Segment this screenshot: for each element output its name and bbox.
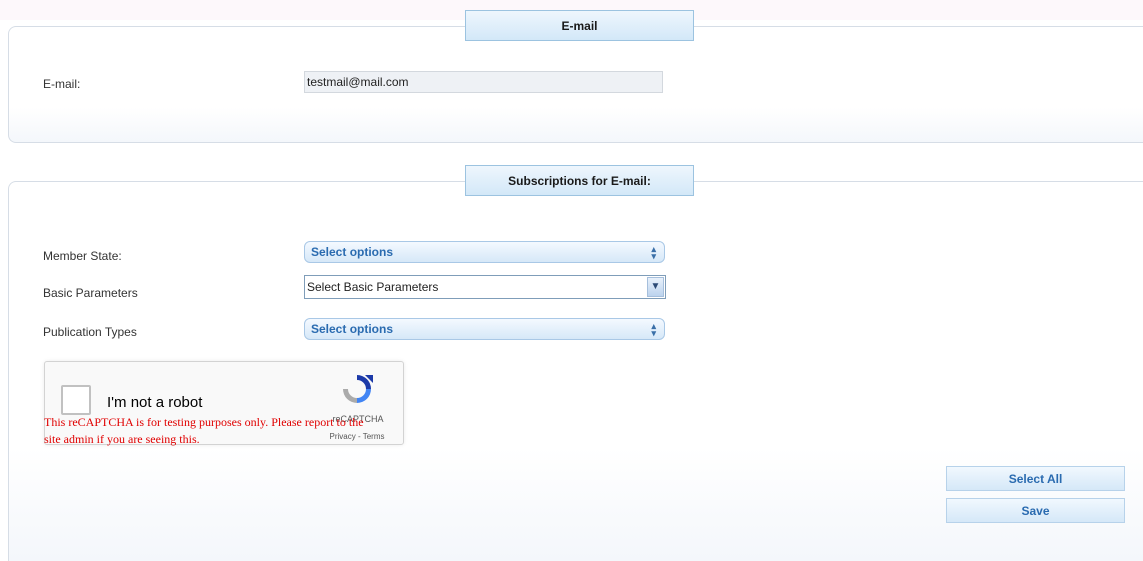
publication-types-select[interactable]: Select options ▴ ▾ bbox=[304, 318, 665, 340]
up-down-arrows-icon: ▴ ▾ bbox=[651, 244, 656, 261]
email-section-title: E-mail bbox=[465, 10, 694, 41]
basic-parameters-value: Select Basic Parameters bbox=[307, 280, 439, 294]
basic-parameters-label: Basic Parameters bbox=[43, 286, 138, 300]
up-down-arrows-icon: ▴ ▾ bbox=[651, 321, 656, 338]
save-button[interactable]: Save bbox=[946, 498, 1125, 523]
recaptcha-logo-icon bbox=[343, 375, 373, 403]
publication-types-label: Publication Types bbox=[43, 325, 137, 339]
member-state-label: Member State: bbox=[43, 249, 122, 263]
chevron-down-icon[interactable]: ▼ bbox=[647, 277, 664, 297]
recaptcha-checkbox[interactable] bbox=[61, 385, 91, 415]
member-state-select[interactable]: Select options ▴ ▾ bbox=[304, 241, 665, 263]
subscriptions-section-title: Subscriptions for E-mail: bbox=[465, 165, 694, 196]
member-state-value: Select options bbox=[311, 245, 394, 259]
recaptcha-warning: This reCAPTCHA is for testing purposes o… bbox=[44, 415, 364, 446]
select-all-button[interactable]: Select All bbox=[946, 466, 1125, 491]
basic-parameters-select[interactable]: Select Basic Parameters ▼ bbox=[304, 275, 666, 299]
publication-types-value: Select options bbox=[311, 322, 394, 336]
email-label: E-mail: bbox=[43, 77, 81, 91]
recaptcha-checkbox-label: I'm not a robot bbox=[107, 394, 203, 411]
email-field[interactable]: testmail@mail.com bbox=[304, 71, 663, 93]
